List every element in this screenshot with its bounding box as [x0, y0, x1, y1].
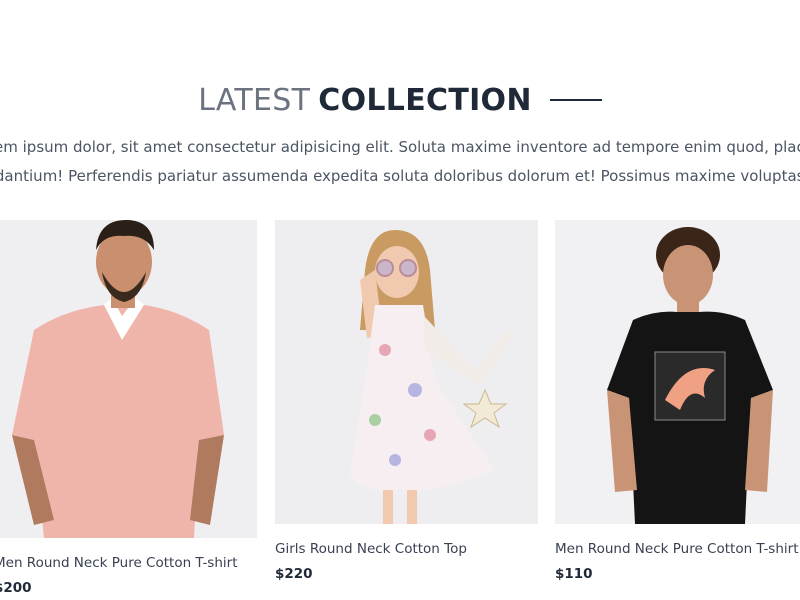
product-name[interactable]: Men Round Neck Pure Cotton T-shirt — [0, 555, 257, 571]
product-image-girl-floral-dress[interactable] — [275, 220, 538, 524]
product-card-3[interactable]: Men Round Neck Pure Cotton T-shirt $110 — [555, 220, 800, 582]
product-price: $220 — [275, 566, 313, 582]
product-price: $200 — [0, 580, 32, 596]
section-description: Lorem ipsum dolor, sit amet consectetur … — [0, 133, 800, 191]
title-bold-word: COLLECTION — [318, 82, 532, 118]
product-card-2[interactable]: Girls Round Neck Cotton Top $220 — [275, 220, 538, 582]
latest-collection-section: LATEST COLLECTION Lorem ipsum dolor, sit… — [0, 0, 800, 600]
product-card-1[interactable]: Men Round Neck Pure Cotton T-shirt $200 — [0, 220, 257, 596]
product-name[interactable]: Girls Round Neck Cotton Top — [275, 541, 538, 557]
product-image-man-pink-polo[interactable] — [0, 220, 257, 538]
product-image-man-black-puma-tshirt[interactable] — [555, 220, 800, 524]
description-line-2: laudantium! Perferendis pariatur assumen… — [0, 167, 800, 185]
section-title: LATEST COLLECTION — [0, 80, 800, 120]
product-name[interactable]: Men Round Neck Pure Cotton T-shirt — [555, 541, 800, 557]
title-underline-decoration — [549, 99, 602, 101]
title-light-word: LATEST — [198, 82, 311, 118]
product-price: $110 — [555, 566, 593, 582]
description-line-1: Lorem ipsum dolor, sit amet consectetur … — [0, 138, 800, 156]
